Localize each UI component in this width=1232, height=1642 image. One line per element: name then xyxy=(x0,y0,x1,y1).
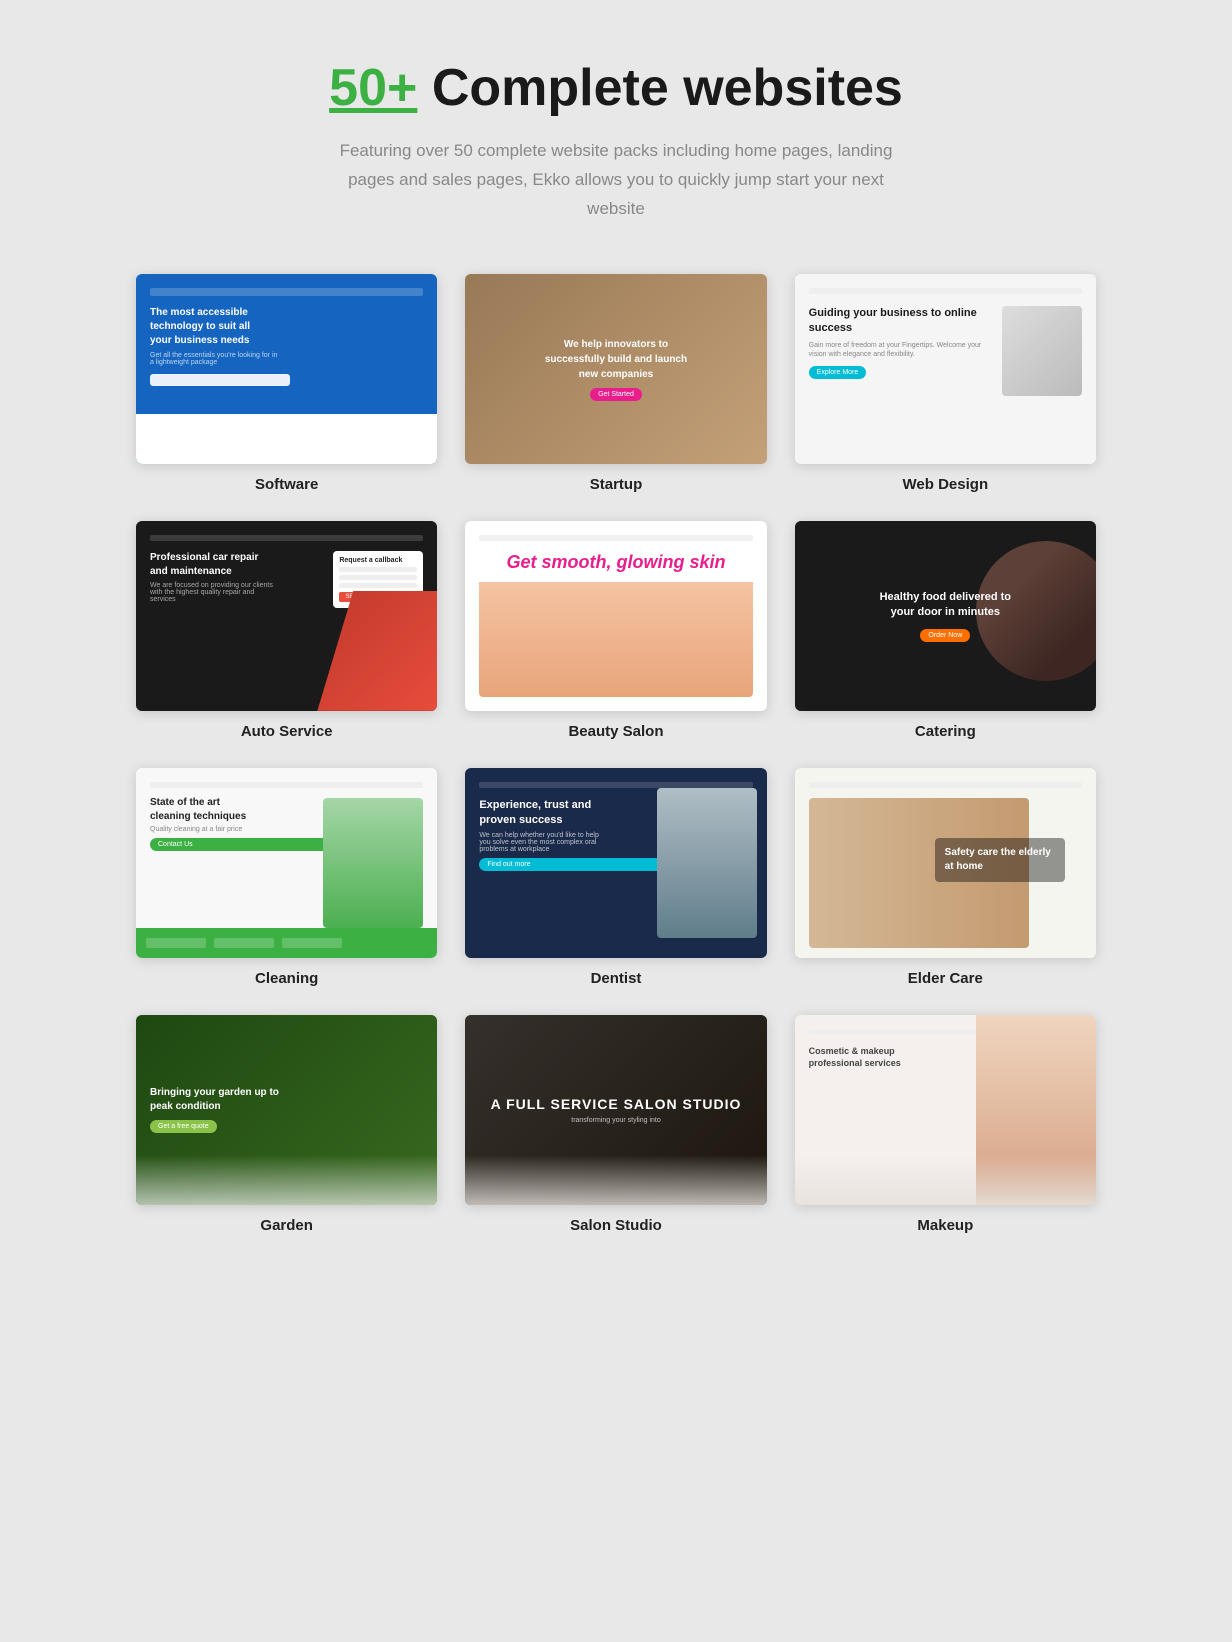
card-headline: Bringing your garden up to peak conditio… xyxy=(150,1086,280,1114)
card-garden[interactable]: Bringing your garden up to peak conditio… xyxy=(136,1015,437,1234)
card-label: Software xyxy=(255,476,318,493)
card-headline: Experience, trust and proven success xyxy=(479,798,609,829)
card-sub: We are focused on providing our clients … xyxy=(150,582,280,603)
bottom-item xyxy=(282,938,342,948)
card-label: Makeup xyxy=(917,1217,973,1234)
card-dentist[interactable]: Experience, trust and proven success We … xyxy=(465,768,766,987)
card-headline: Guiding your business to online success xyxy=(809,306,992,337)
card-salon[interactable]: A Full Service Salon Studio transforming… xyxy=(465,1015,766,1234)
card-image-startup: We help innovators to successfully build… xyxy=(465,274,766,464)
card-image-beautysalon: Get smooth, glowing skin xyxy=(465,521,766,711)
nav-bar xyxy=(150,535,423,541)
card-beautysalon[interactable]: Get smooth, glowing skin Beauty Salon xyxy=(465,521,766,740)
beauty-photo xyxy=(479,582,752,697)
card-image-right xyxy=(1002,306,1082,396)
card-image-software: The most accessible technology to suit a… xyxy=(136,274,437,464)
card-label: Salon Studio xyxy=(570,1217,662,1234)
title-highlight: 50+ xyxy=(329,59,417,117)
nav-bar xyxy=(150,782,423,788)
card-headline: Professional car repair and maintenance xyxy=(150,551,270,579)
card-webdesign[interactable]: Guiding your business to online success … xyxy=(795,274,1096,493)
card-label: Beauty Salon xyxy=(568,723,663,740)
card-sub: Gain more of freedom at your Fingertips.… xyxy=(809,341,992,361)
cards-grid: The most accessible technology to suit a… xyxy=(136,274,1096,1234)
card-eldercare[interactable]: Safety care the elderly at home Elder Ca… xyxy=(795,768,1096,987)
card-sub: We can help whether you'd like to help y… xyxy=(479,832,609,853)
card-image-autoservice: Professional car repair and maintenance … xyxy=(136,521,437,711)
card-headline: Healthy food delivered to your door in m… xyxy=(870,590,1020,621)
card-label: Startup xyxy=(590,476,643,493)
form-line xyxy=(339,575,417,580)
card-image-dentist: Experience, trust and proven success We … xyxy=(465,768,766,958)
card-headline: Cosmetic & makeup professional services xyxy=(809,1045,929,1070)
header: 50+ Complete websites Featuring over 50 … xyxy=(136,40,1096,234)
card-headline: The most accessible technology to suit a… xyxy=(150,306,270,348)
form-line xyxy=(339,567,417,572)
card-headline: A Full Service Salon Studio xyxy=(491,1095,742,1113)
card-image-salon: A Full Service Salon Studio transforming… xyxy=(465,1015,766,1205)
card-sub: Get all the essentials you're looking fo… xyxy=(150,352,280,366)
nav-bar xyxy=(479,535,752,541)
page-title: 50+ Complete websites xyxy=(136,60,1096,117)
form-title: Request a callback xyxy=(339,557,417,564)
card-image-webdesign: Guiding your business to online success … xyxy=(795,274,1096,464)
card-software[interactable]: The most accessible technology to suit a… xyxy=(136,274,437,493)
fade-overlay xyxy=(795,1155,1096,1205)
bottom-bar xyxy=(136,928,437,958)
card-catering[interactable]: Healthy food delivered to your door in m… xyxy=(795,521,1096,740)
card-headline: State of the art cleaning techniques xyxy=(150,796,260,824)
page-wrapper: 50+ Complete websites Featuring over 50 … xyxy=(136,40,1096,1234)
card-makeup[interactable]: Cosmetic & makeup professional services … xyxy=(795,1015,1096,1234)
card-image-eldercare: Safety care the elderly at home xyxy=(795,768,1096,958)
bottom-strip xyxy=(136,414,437,464)
card-label: Dentist xyxy=(591,970,642,987)
card-cleaning[interactable]: State of the art cleaning techniques Qua… xyxy=(136,768,437,987)
card-sub: Quality cleaning at a fair price xyxy=(150,826,270,833)
fade-overlay xyxy=(136,1155,437,1205)
content-area: Guiding your business to online success … xyxy=(809,306,1082,450)
doctor-img xyxy=(657,788,757,938)
workers-bg xyxy=(317,591,437,711)
card-startup[interactable]: We help innovators to successfully build… xyxy=(465,274,766,493)
card-label: Web Design xyxy=(903,476,989,493)
cleaner-img xyxy=(323,798,423,928)
card-image-cleaning: State of the art cleaning techniques Qua… xyxy=(136,768,437,958)
title-rest: Complete websites xyxy=(417,59,902,117)
card-headline: We help innovators to successfully build… xyxy=(536,337,696,382)
card-autoservice[interactable]: Professional car repair and maintenance … xyxy=(136,521,437,740)
card-label: Catering xyxy=(915,723,976,740)
card-image-catering: Healthy food delivered to your door in m… xyxy=(795,521,1096,711)
nav-bar xyxy=(479,782,752,788)
card-headline: Safety care the elderly at home xyxy=(935,838,1065,882)
form-line xyxy=(339,583,417,588)
card-headline: Get smooth, glowing skin xyxy=(506,551,725,574)
card-image-garden: Bringing your garden up to peak conditio… xyxy=(136,1015,437,1205)
header-description: Featuring over 50 complete website packs… xyxy=(326,137,906,224)
card-label: Cleaning xyxy=(255,970,318,987)
fade-overlay xyxy=(465,1155,766,1205)
card-btn: Get a free quote xyxy=(150,1120,217,1133)
search-bar xyxy=(150,374,290,386)
card-label: Elder Care xyxy=(908,970,983,987)
card-label: Garden xyxy=(260,1217,313,1234)
nav-bar xyxy=(809,782,1082,788)
left-text: Guiding your business to online success … xyxy=(809,306,992,450)
card-sub: transforming your styling into xyxy=(571,1117,660,1124)
card-image-makeup: Cosmetic & makeup professional services xyxy=(795,1015,1096,1205)
nav-bar xyxy=(809,288,1082,294)
bottom-item xyxy=(146,938,206,948)
card-label: Auto Service xyxy=(241,723,333,740)
nav-bar xyxy=(150,288,423,296)
bottom-item xyxy=(214,938,274,948)
card-btn: Explore More xyxy=(809,366,867,379)
card-btn: Get Started xyxy=(590,388,642,401)
card-btn: Order Now xyxy=(920,629,970,642)
